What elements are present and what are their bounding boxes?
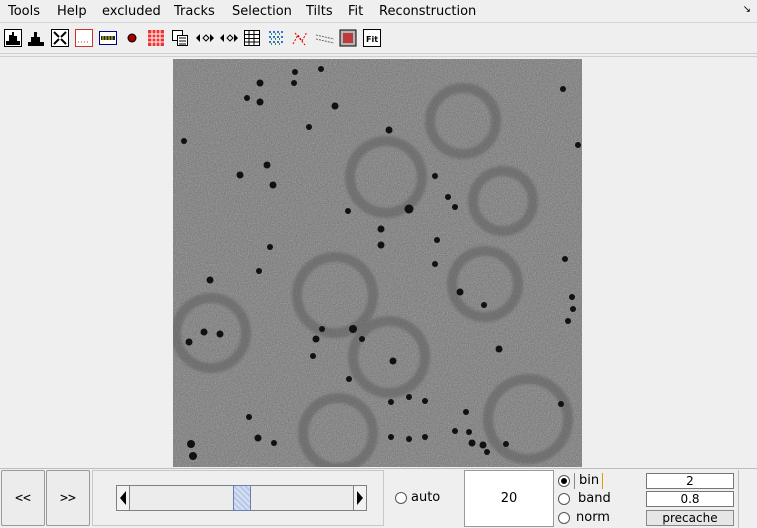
micrograph-canvas <box>173 59 582 467</box>
table-icon[interactable] <box>243 29 261 47</box>
auto-radio[interactable] <box>395 492 407 504</box>
menu-tools[interactable]: Tools <box>8 3 40 20</box>
band-radio[interactable] <box>558 493 570 505</box>
frame-slider-thumb[interactable] <box>233 485 251 511</box>
band-label: band <box>578 491 611 506</box>
menu-reconstruction[interactable]: Reconstruction <box>379 3 476 20</box>
frame-box-icon[interactable] <box>339 29 357 47</box>
micrograph-image[interactable] <box>173 59 582 467</box>
move-left-icon[interactable] <box>195 29 215 47</box>
next-button[interactable]: >> <box>46 470 90 526</box>
overlay-copy-icon[interactable] <box>171 29 189 47</box>
red-links-icon[interactable] <box>291 29 309 47</box>
param-row-bin: bin 2 <box>556 472 736 491</box>
slider-left-arrow[interactable] <box>116 485 130 511</box>
fit-label: Fit <box>366 35 378 44</box>
particle-grid-icon[interactable] <box>267 29 285 47</box>
slider-right-arrow[interactable] <box>353 485 367 511</box>
fit-button-icon[interactable]: Fit <box>363 29 381 47</box>
side-scroll-column[interactable] <box>738 470 757 528</box>
frame-number-field[interactable]: 20 <box>464 470 554 527</box>
bin-label: bin <box>574 473 604 489</box>
menu-help[interactable]: Help <box>57 3 87 20</box>
move-right-icon[interactable] <box>219 29 239 47</box>
histogram-light-icon[interactable] <box>27 29 45 47</box>
auto-label: auto <box>411 490 441 505</box>
norm-label: norm <box>576 510 610 525</box>
menu-excluded[interactable]: excluded <box>102 3 161 20</box>
image-viewport <box>0 56 757 468</box>
bin-field[interactable]: 2 <box>646 473 734 489</box>
menu-fit[interactable]: Fit <box>348 3 363 20</box>
menu-tracks[interactable]: Tracks <box>174 3 215 20</box>
scale-bar-icon[interactable] <box>99 29 117 47</box>
red-grid-icon[interactable] <box>147 29 165 47</box>
track-lines-icon[interactable] <box>315 29 335 47</box>
prev-button[interactable]: << <box>1 470 45 526</box>
grid-dots-icon[interactable] <box>75 29 93 47</box>
menu-bar: Tools Help excluded Tracks Selection Til… <box>0 0 757 23</box>
toolbar: Fit <box>0 24 757 54</box>
frame-number-value: 20 <box>500 491 518 506</box>
red-dot-icon[interactable] <box>123 29 141 47</box>
arrow-left-icon <box>120 491 126 505</box>
menu-tilts[interactable]: Tilts <box>306 3 333 20</box>
param-row-band: band 0.8 <box>556 490 736 509</box>
arrow-right-icon <box>357 491 363 505</box>
fit-window-icon[interactable] <box>51 29 69 47</box>
precache-button[interactable]: precache <box>646 510 734 526</box>
param-row-norm: norm precache <box>556 509 736 528</box>
resize-corner-icon[interactable]: ↘ <box>743 4 751 15</box>
band-field[interactable]: 0.8 <box>646 491 734 507</box>
menu-selection[interactable]: Selection <box>232 3 292 20</box>
histogram-dark-icon[interactable] <box>4 29 22 47</box>
norm-radio[interactable] <box>558 512 570 524</box>
bin-radio[interactable] <box>558 475 570 487</box>
